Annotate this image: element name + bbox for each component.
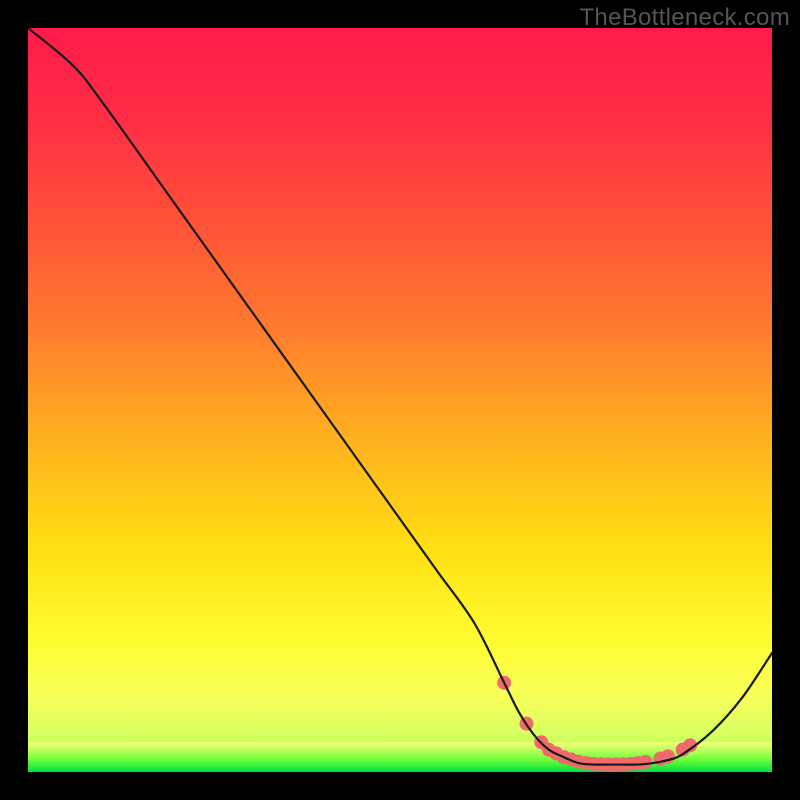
- chart-frame: TheBottleneck.com: [0, 0, 800, 800]
- bottleneck-curve-chart: [28, 28, 772, 772]
- watermark-text: TheBottleneck.com: [579, 4, 790, 32]
- data-marker: [639, 755, 653, 769]
- chart-background: [28, 28, 772, 772]
